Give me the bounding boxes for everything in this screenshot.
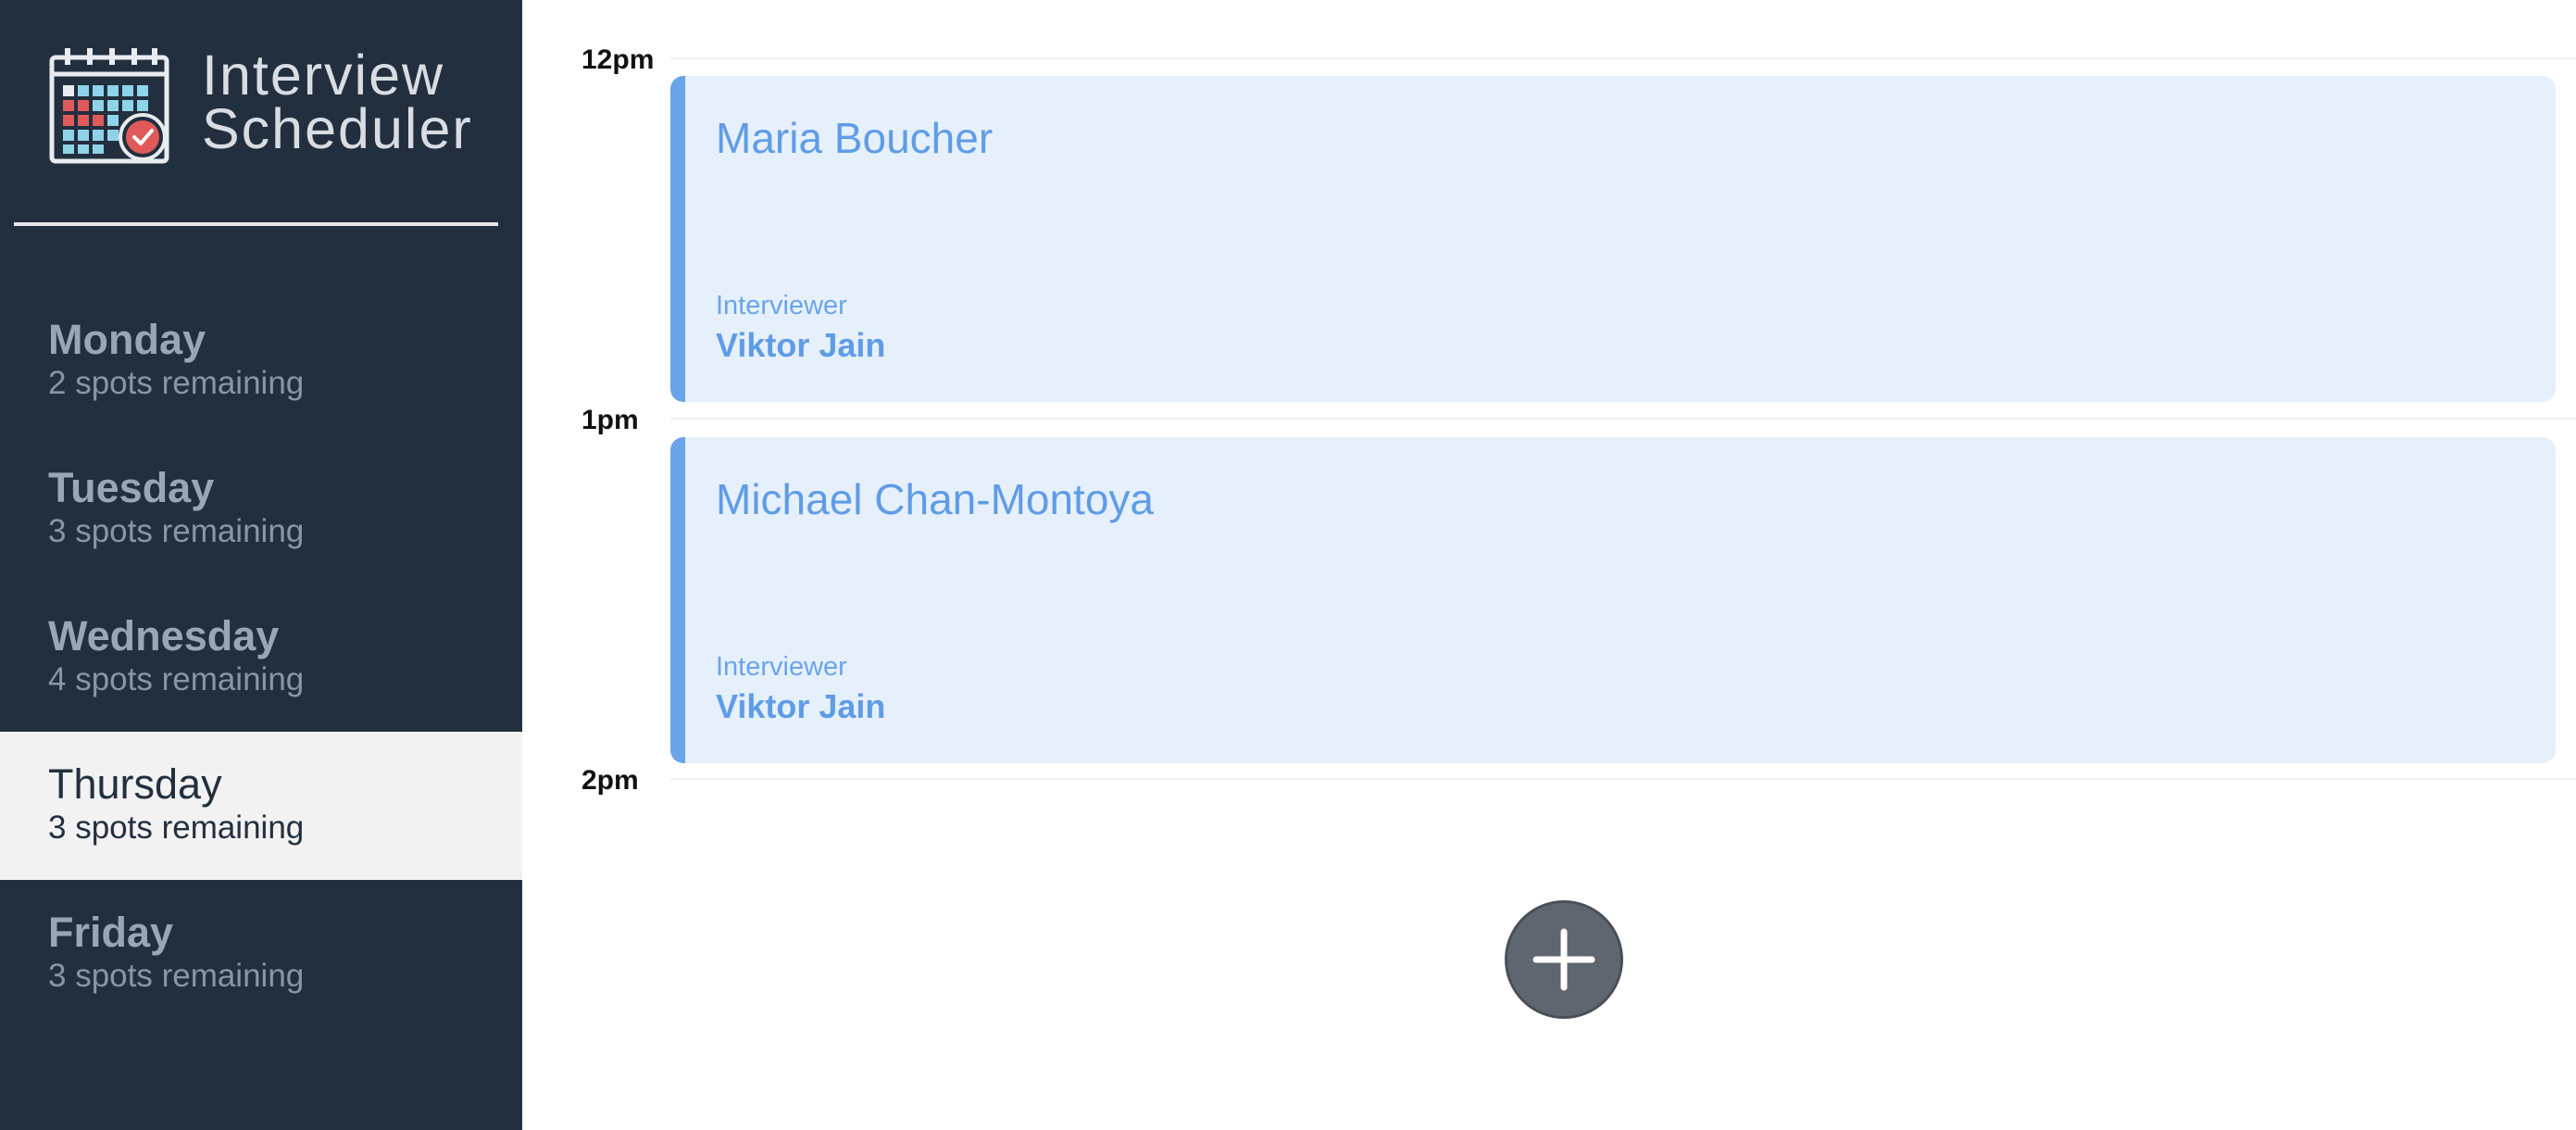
day-name: Friday [48, 909, 174, 956]
day-name: Monday [48, 316, 206, 363]
day-item-wednesday[interactable]: Wednesday 4 spots remaining [0, 584, 522, 732]
day-spots: 4 spots remaining [48, 661, 305, 697]
time-label-12pm: 12pm [581, 44, 655, 75]
day-spots: 3 spots remaining [48, 810, 305, 846]
interviewer-name: Viktor Jain [716, 326, 886, 364]
day-spots: 3 spots remaining [48, 958, 305, 994]
time-divider [670, 778, 2576, 780]
app-title-line2: Scheduler [202, 97, 473, 160]
student-name: Michael Chan-Montoya [716, 475, 1155, 523]
app-title-line1: Interview [202, 44, 445, 107]
sidebar: Interview Scheduler Monday 2 spots remai… [0, 0, 522, 1130]
day-name: Wednesday [48, 612, 280, 659]
add-appointment-button[interactable] [1505, 900, 1623, 1019]
day-spots: 3 spots remaining [48, 513, 305, 549]
appointment-card[interactable]: Michael Chan-Montoya Interviewer Viktor … [670, 437, 2556, 763]
time-label-2pm: 2pm [581, 765, 639, 796]
day-name: Tuesday [48, 464, 215, 511]
time-label-1pm: 1pm [581, 405, 639, 435]
day-item-tuesday[interactable]: Tuesday 3 spots remaining [0, 435, 522, 584]
day-list: Monday 2 spots remaining Tuesday 3 spots… [0, 287, 522, 1028]
appointment-card[interactable]: Maria Boucher Interviewer Viktor Jain [670, 76, 2556, 402]
calendar-check-icon [49, 48, 169, 164]
day-name: Thursday [48, 760, 222, 808]
brand: Interview Scheduler [48, 46, 511, 167]
interviewer-label: Interviewer [716, 291, 847, 320]
plus-icon [1532, 928, 1595, 991]
sidebar-divider [14, 222, 498, 226]
app-title: Interview Scheduler [202, 44, 473, 160]
interviewer-label: Interviewer [716, 652, 847, 682]
student-name: Maria Boucher [716, 114, 994, 162]
day-item-friday[interactable]: Friday 3 spots remaining [0, 880, 522, 1028]
schedule-panel: 12pm Maria Boucher Interviewer Viktor Ja… [522, 0, 2576, 1130]
day-spots: 2 spots remaining [48, 365, 305, 401]
day-item-monday[interactable]: Monday 2 spots remaining [0, 287, 522, 435]
time-divider [670, 418, 2576, 420]
interviewer-name: Viktor Jain [716, 687, 886, 725]
day-item-thursday[interactable]: Thursday 3 spots remaining [0, 732, 522, 880]
time-divider [670, 57, 2576, 59]
